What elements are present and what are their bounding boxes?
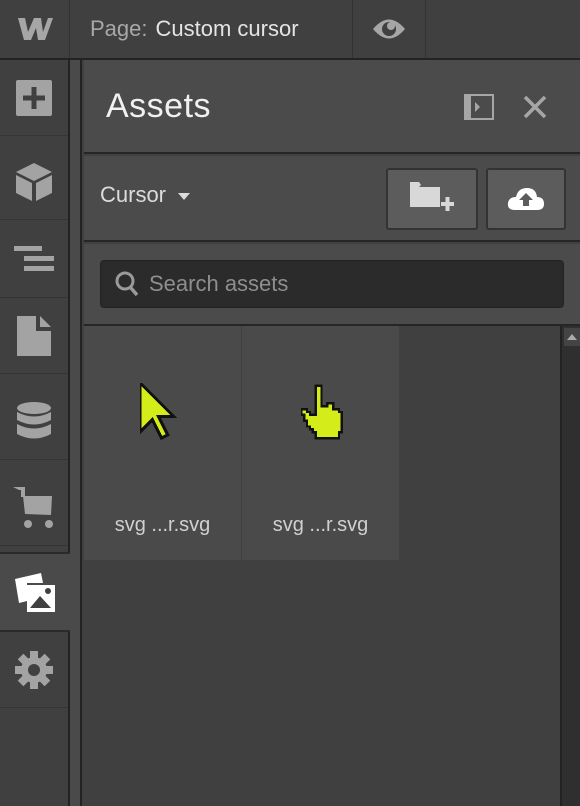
triangle-up-icon (567, 334, 577, 340)
asset-tile[interactable]: svg ...r.svg (84, 326, 241, 560)
asset-thumbnail (242, 326, 399, 506)
cloud-upload-icon (507, 188, 544, 210)
search-section (84, 244, 580, 326)
page-selector[interactable]: Page: Custom cursor (70, 0, 353, 58)
asset-name: svg ...r.svg (114, 514, 211, 536)
folder-name: Cursor (100, 182, 167, 207)
folder-plus-icon (410, 182, 454, 211)
panel-resize-strip (70, 60, 82, 806)
folder-dropdown[interactable]: Cursor (100, 182, 191, 208)
assets-panel: Assets Cursor Search assets svg ...r.svg… (84, 60, 580, 806)
assets-scrollbar[interactable] (560, 326, 580, 806)
sidebar-item-cms[interactable] (0, 384, 68, 460)
sidebar-item-ecommerce[interactable] (0, 470, 68, 546)
page-icon (17, 315, 51, 356)
page-name: Custom cursor (155, 16, 299, 41)
page-label: Page: (90, 16, 148, 41)
panel-title: Assets (106, 87, 212, 125)
cart-icon (13, 486, 53, 528)
sidebar-item-assets[interactable] (0, 554, 70, 630)
dock-panel-icon (464, 94, 494, 120)
sidebar-item-add-elements[interactable] (0, 60, 68, 136)
eye-icon (373, 19, 405, 39)
chevron-down-icon (178, 192, 191, 200)
layers-list-icon (14, 245, 54, 271)
top-bar: Page: Custom cursor (0, 0, 580, 60)
asset-name: svg ...r.svg (272, 514, 369, 536)
assets-toolbar: Cursor (84, 156, 580, 242)
left-sidebar (0, 60, 70, 806)
search-input[interactable] (149, 271, 549, 297)
database-icon (17, 401, 51, 438)
webflow-logo[interactable] (0, 0, 70, 58)
webflow-logo-icon (17, 18, 53, 40)
scroll-up-button[interactable] (564, 328, 580, 346)
arrow-cursor-icon (139, 383, 177, 440)
close-panel-button[interactable] (518, 90, 552, 124)
sidebar-item-navigator[interactable] (0, 222, 68, 298)
sidebar-item-settings[interactable] (0, 632, 68, 708)
dock-panel-button[interactable] (462, 90, 496, 124)
images-icon (15, 573, 55, 612)
new-folder-button[interactable] (386, 168, 478, 230)
hand-pointer-cursor-icon (300, 384, 343, 440)
plus-square-icon (16, 79, 52, 116)
panel-header: Assets (84, 60, 580, 154)
search-box[interactable] (100, 260, 564, 308)
search-icon (115, 271, 139, 297)
assets-grid: svg ...r.svg svg ...r.svg (84, 326, 560, 806)
asset-thumbnail (84, 326, 241, 506)
asset-tile[interactable]: svg ...r.svg (242, 326, 399, 560)
sidebar-item-symbols[interactable] (0, 144, 68, 220)
gear-icon (15, 650, 53, 689)
upload-button[interactable] (486, 168, 566, 230)
sidebar-item-pages[interactable] (0, 298, 68, 374)
cube-icon (16, 162, 52, 201)
preview-button[interactable] (353, 0, 426, 58)
close-icon (523, 95, 547, 119)
